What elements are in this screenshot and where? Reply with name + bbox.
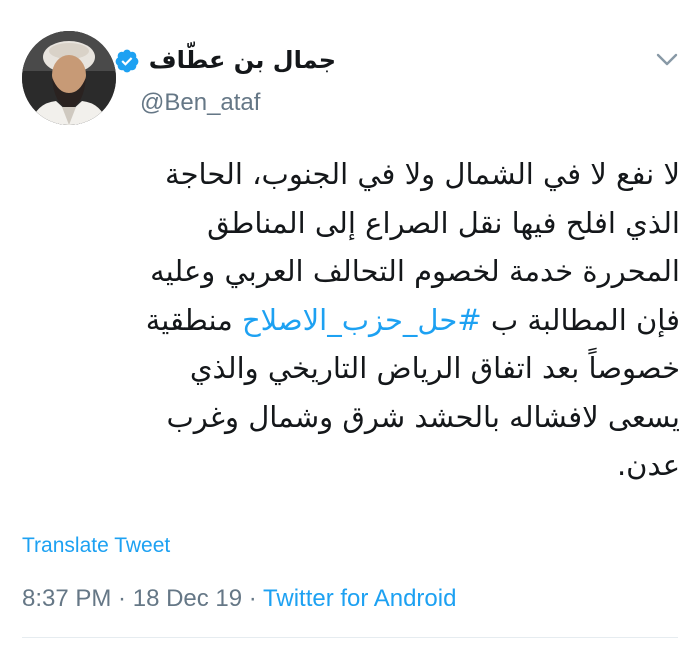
tweet-line: خصوصاً بعد اتفاق الرياض التاريخي والذي [189, 351, 680, 385]
display-name-text: جمال بن عطّاف [148, 46, 336, 74]
tweet-time: 8:37 PM [22, 585, 112, 612]
avatar-image [22, 31, 116, 125]
tweet-line: لا نفع لا في الشمال ولا في الجنوب، الحاج… [165, 157, 680, 191]
verified-badge-icon [116, 49, 139, 73]
avatar[interactable] [22, 31, 116, 125]
meta-separator: · [111, 585, 133, 612]
tweet-line: فإن المطالبة ب #حل_حزب_الاصلاح منطقية [20, 296, 680, 345]
translate-tweet-link[interactable]: Translate Tweet [22, 531, 170, 561]
divider [22, 637, 678, 638]
chevron-down-icon[interactable] [655, 50, 679, 70]
tweet-source-link[interactable]: Twitter for Android [263, 585, 456, 612]
display-name[interactable]: جمال بن عطّاف [116, 40, 336, 80]
tweet-line: عدن. [616, 448, 680, 482]
tweet-text: لا نفع لا في الشمال ولا في الجنوب، الحاج… [20, 150, 680, 490]
tweet-line: المحررة خدمة لخصوم التحالف العربي وعليه [150, 254, 680, 288]
tweet-text-fragment: فإن المطالبة ب [481, 302, 680, 337]
tweet-text-fragment: منطقية [145, 302, 242, 337]
tweet-line: الذي افلح فيها نقل الصراع إلى المناطق [207, 205, 680, 240]
meta-separator: · [242, 585, 264, 612]
tweet-date: 18 Dec 19 [132, 585, 243, 612]
user-handle[interactable]: @Ben_ataf [140, 86, 260, 120]
hashtag-link[interactable]: #حل_حزب_الاصلاح [242, 303, 482, 337]
tweet-line: يسعى لافشاله بالحشد شرق وشمال وغرب [166, 399, 681, 434]
tweet-meta: 8:37 PM · 18 Dec 19 · Twitter for Androi… [22, 582, 456, 616]
